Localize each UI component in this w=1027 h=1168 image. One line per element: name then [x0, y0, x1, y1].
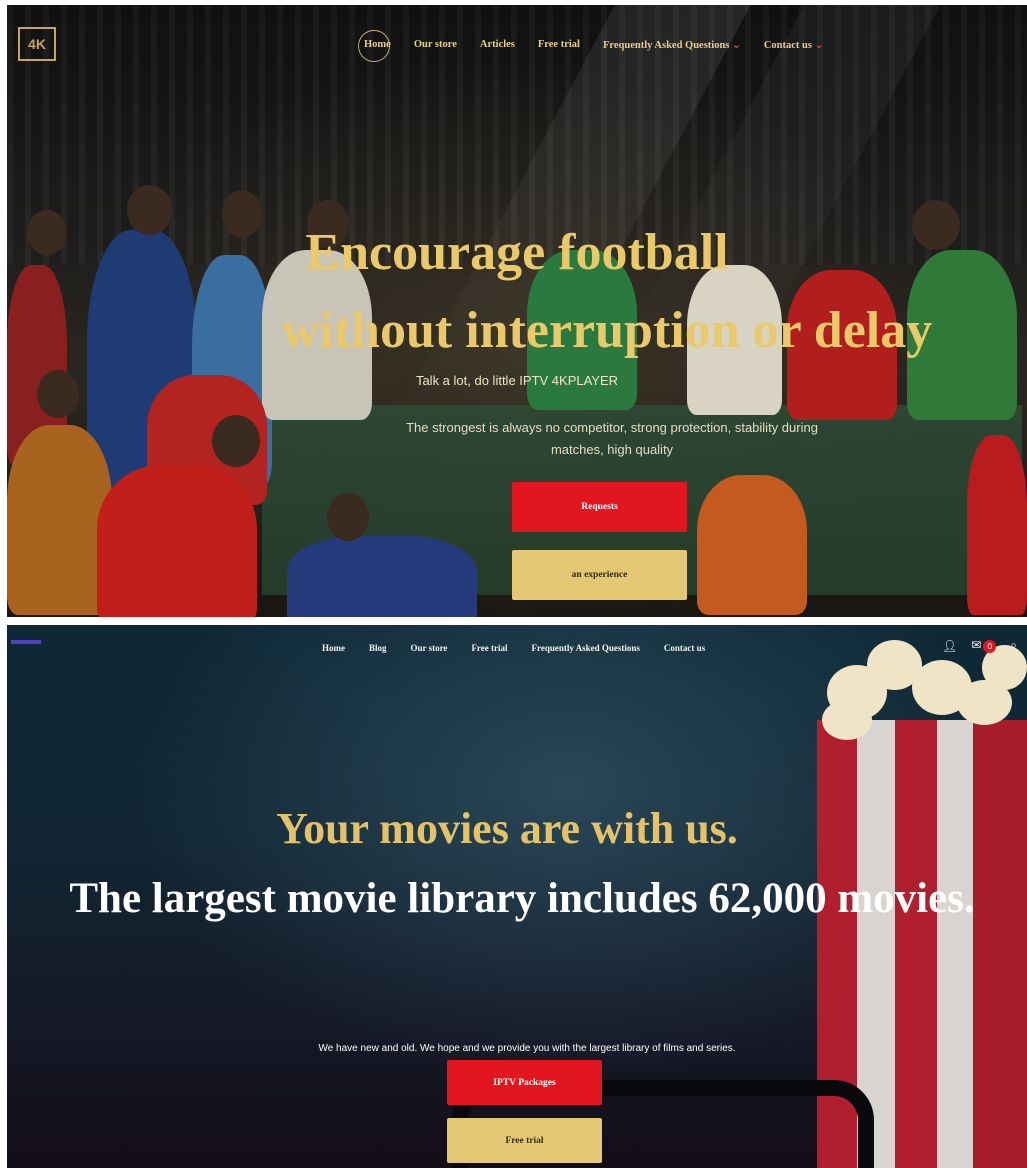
dropdown-chevron-icon: ⌄	[732, 40, 741, 51]
nav-item-home[interactable]: Home	[358, 30, 391, 62]
nav-item-free-trial[interactable]: Free trial	[538, 39, 580, 51]
nav-item-faq-label: Frequently Asked Questions	[602, 40, 730, 51]
brand-logo[interactable]	[11, 640, 41, 644]
nav-item-free-trial[interactable]: Free trial	[471, 643, 507, 653]
main-nav: Home Our store Articles Free trial Frequ…	[358, 30, 824, 62]
player-figure	[97, 465, 257, 617]
hero-subtitle: Talk a lot, do little IPTV 4KPLAYER	[415, 373, 619, 388]
nav-item-contact-label: Contact us	[763, 40, 812, 51]
iptv-packages-button[interactable]: IPTV Packages	[447, 1060, 602, 1105]
popcorn-stripe	[937, 720, 973, 1168]
nav-item-articles[interactable]: Articles	[480, 39, 515, 51]
cart-icon[interactable]: ✉︎ 0	[971, 638, 997, 653]
brand-logo[interactable]: 4K	[18, 27, 56, 61]
free-trial-button[interactable]: Free trial	[447, 1118, 602, 1163]
dropdown-chevron-icon: ⌄	[814, 40, 824, 51]
hero-description: The strongest is always no competitor, s…	[406, 420, 818, 457]
requests-button[interactable]: Requests	[512, 482, 687, 532]
hero-title-line2: without interruption or delay	[281, 302, 933, 359]
movies-title-line2: The largest movie library includes 62,00…	[69, 875, 975, 922]
nav-item-our-store[interactable]: Our store	[414, 39, 457, 51]
nav-item-faq[interactable]: Frequently Asked Questions	[532, 643, 640, 653]
search-icon[interactable]: ⌕	[1010, 638, 1017, 653]
movies-title-line1: Your movies are with us.	[276, 804, 738, 853]
experience-button[interactable]: an experience	[512, 550, 687, 600]
cart-count-badge: 0	[983, 640, 997, 653]
player-head	[212, 415, 260, 467]
nav-item-blog[interactable]: Blog	[369, 643, 387, 653]
player-figure	[967, 435, 1027, 615]
player-figure	[287, 535, 477, 617]
nav-item-contact[interactable]: Contact us ⌄	[764, 39, 824, 51]
hero-title-line1: Encourage football	[305, 224, 729, 281]
main-nav: Home Blog Our store Free trial Frequentl…	[322, 643, 705, 653]
user-icon[interactable]: 👤︎	[942, 639, 957, 653]
nav-item-faq[interactable]: Frequently Asked Questions ⌄	[603, 39, 741, 51]
movies-description: We have new and old. We hope and we prov…	[318, 1043, 736, 1054]
football-hero-section: 4K Home Our store Articles Free trial Fr…	[7, 5, 1027, 617]
player-head	[327, 493, 369, 541]
nav-item-home[interactable]: Home	[322, 643, 345, 653]
nav-item-our-store[interactable]: Our store	[411, 643, 448, 653]
nav-item-contact[interactable]: Contact us	[664, 643, 705, 653]
popcorn-piece	[822, 700, 872, 740]
player-figure	[697, 475, 807, 615]
popcorn-stripe	[895, 720, 937, 1168]
header-icons: 👤︎ ✉︎ 0 ⌕	[942, 638, 1017, 653]
popcorn-stripe	[973, 720, 1027, 1168]
movies-hero-section: Home Blog Our store Free trial Frequentl…	[7, 625, 1027, 1168]
